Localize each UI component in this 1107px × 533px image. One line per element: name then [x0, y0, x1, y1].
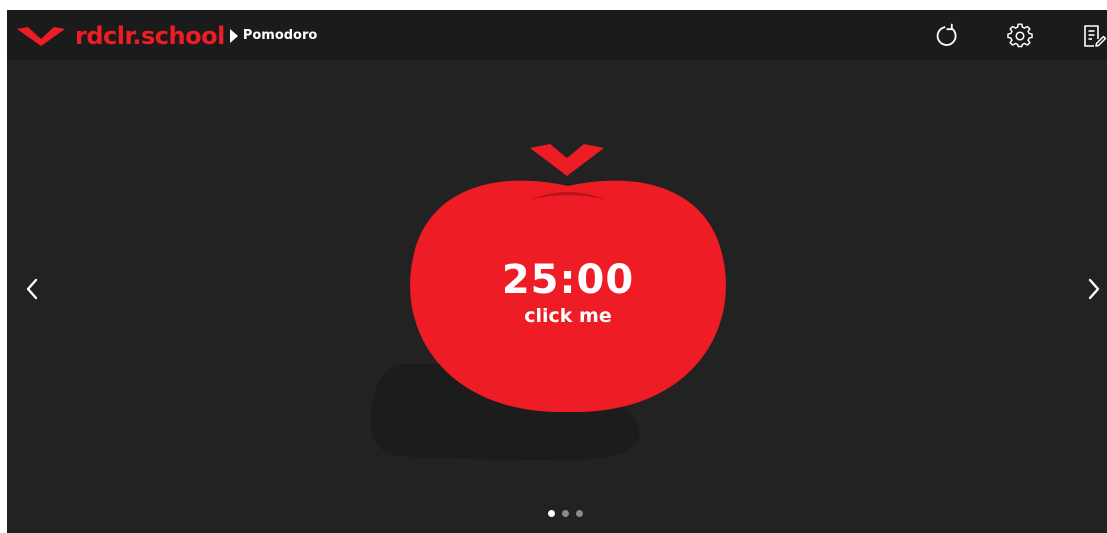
caret-right-icon: [229, 29, 238, 43]
page-title: Pomodoro: [242, 28, 318, 43]
tomato-stem-icon: [530, 144, 604, 176]
previous-slide-button[interactable]: [17, 274, 47, 304]
notes-button[interactable]: [1080, 22, 1107, 50]
next-slide-button[interactable]: [1079, 274, 1107, 304]
reset-button[interactable]: [933, 22, 961, 50]
slide-pager: [548, 510, 588, 518]
brand[interactable]: rdclr.school Pomodoro: [17, 21, 317, 51]
timer-hint: click me: [524, 305, 612, 327]
rdclr-logo-icon: [17, 27, 65, 46]
pager-dot[interactable]: [548, 510, 555, 517]
notes-icon: [1084, 25, 1107, 47]
timer-stage: 25:00 click me: [7, 60, 1107, 533]
top-bar: rdclr.school Pomodoro: [7, 10, 1107, 60]
settings-button[interactable]: [1006, 22, 1034, 50]
chevron-left-icon: [26, 278, 38, 300]
gear-icon: [1007, 23, 1033, 48]
pager-dot[interactable]: [576, 510, 583, 517]
reset-icon: [936, 23, 957, 46]
pomodoro-app: rdclr.school Pomodoro 25:00 click me: [7, 10, 1107, 533]
brand-name: rdclr.school: [75, 22, 225, 50]
chevron-right-icon: [1088, 278, 1100, 300]
tomato-timer-button[interactable]: 25:00 click me: [407, 178, 729, 412]
pager-dot[interactable]: [562, 510, 569, 517]
timer-display: 25:00: [501, 257, 635, 303]
